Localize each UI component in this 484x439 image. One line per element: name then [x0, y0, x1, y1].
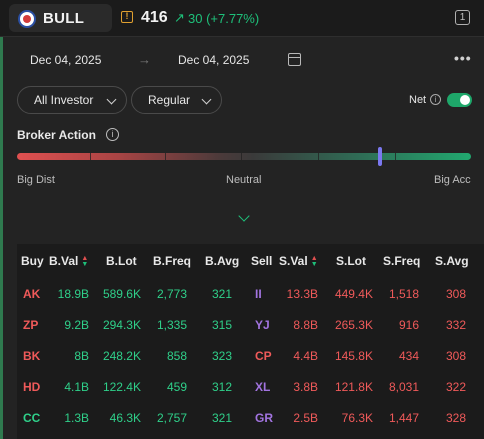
- sort-icon: ▲ ▼: [81, 254, 89, 268]
- cell-sell[interactable]: XL: [255, 380, 277, 394]
- meter-tick: [241, 153, 242, 160]
- cell-b-val: 1.3B: [64, 411, 89, 425]
- date-range-arrow-icon: →: [138, 52, 151, 67]
- cell-s-avg: 322: [445, 380, 466, 394]
- cell-s-avg: 308: [445, 349, 466, 363]
- cell-b-val: 9.2B: [64, 318, 89, 332]
- header-b-avg[interactable]: B.Avg: [205, 254, 239, 268]
- price-change: 30 (+7.77%): [188, 11, 260, 26]
- cell-s-lot: 265.3K: [334, 318, 373, 332]
- cell-b-avg: 321: [211, 411, 232, 425]
- cell-s-avg: 308: [445, 287, 466, 301]
- more-options-icon[interactable]: •••: [454, 50, 472, 66]
- cell-b-lot: 46.3K: [109, 411, 141, 425]
- ticker-symbol: BULL: [43, 10, 85, 27]
- warning-icon[interactable]: !: [121, 11, 133, 23]
- broker-action-meter: [17, 153, 471, 160]
- expand-chevron-icon[interactable]: [238, 210, 250, 222]
- cell-b-lot: 248.2K: [102, 349, 141, 363]
- cell-s-val: 3.8B: [293, 380, 318, 394]
- header-sell[interactable]: Sell: [251, 254, 272, 268]
- cell-s-lot: 145.8K: [334, 349, 373, 363]
- cell-s-val: 2.5B: [293, 411, 318, 425]
- cell-s-lot: 121.8K: [334, 380, 373, 394]
- cell-s-freq: 434: [398, 349, 419, 363]
- cell-b-freq: 858: [166, 349, 187, 363]
- cell-b-avg: 315: [211, 318, 232, 332]
- meter-tick: [395, 153, 396, 160]
- meter-label-big-acc: Big Acc: [434, 174, 471, 186]
- chevron-down-icon: [201, 94, 212, 105]
- broker-action-marker: [378, 147, 383, 166]
- cell-s-freq: 1,518: [388, 287, 419, 301]
- cell-b-avg: 312: [211, 380, 232, 394]
- net-label: Net: [409, 94, 427, 106]
- window-group-badge[interactable]: 1: [455, 10, 470, 25]
- header-s-val[interactable]: S.Val ▲ ▼: [279, 254, 318, 268]
- cell-b-avg: 323: [211, 349, 232, 363]
- broker-summary-table: Buy B.Val ▲ ▼ B.Lot B.Freq B.Avg Sell S.Va…: [17, 244, 484, 439]
- broker-action-info-icon[interactable]: i: [106, 128, 119, 141]
- header-b-freq[interactable]: B.Freq: [153, 254, 191, 268]
- end-date[interactable]: Dec 04, 2025: [178, 53, 249, 67]
- cell-s-avg: 332: [445, 318, 466, 332]
- last-price: 416: [141, 9, 168, 26]
- cell-b-freq: 2,757: [156, 411, 187, 425]
- net-info-icon[interactable]: i: [430, 94, 441, 105]
- header-s-avg[interactable]: S.Avg: [435, 254, 469, 268]
- cell-s-val: 8.8B: [293, 318, 318, 332]
- header-b-val[interactable]: B.Val ▲ ▼: [49, 254, 88, 268]
- cell-b-val: 18.9B: [57, 287, 89, 301]
- net-toggle[interactable]: [447, 93, 472, 107]
- meter-tick: [165, 153, 166, 160]
- cell-s-lot: 449.4K: [334, 287, 373, 301]
- header-s-val-label: S.Val: [279, 254, 308, 268]
- meter-tick: [318, 153, 319, 160]
- market-dropdown[interactable]: Regular: [131, 86, 222, 114]
- cell-sell[interactable]: II: [255, 287, 277, 301]
- cell-s-val: 13.3B: [286, 287, 318, 301]
- meter-label-big-dist: Big Dist: [17, 174, 55, 186]
- cell-sell[interactable]: GR: [255, 411, 277, 425]
- cell-b-lot: 294.3K: [102, 318, 141, 332]
- cell-sell[interactable]: YJ: [255, 318, 277, 332]
- cell-s-avg: 328: [445, 411, 466, 425]
- panel-edge-strip: [0, 0, 3, 439]
- cell-b-val: 8B: [74, 349, 89, 363]
- company-logo-icon: [18, 10, 36, 28]
- cell-b-lot: 589.6K: [102, 287, 141, 301]
- meter-tick: [90, 153, 91, 160]
- investor-dropdown[interactable]: All Investor: [17, 86, 127, 114]
- header-b-val-label: B.Val: [49, 254, 79, 268]
- market-dropdown-label: Regular: [148, 93, 191, 107]
- investor-dropdown-label: All Investor: [34, 93, 94, 107]
- header-s-freq[interactable]: S.Freq: [383, 254, 420, 268]
- header-s-lot[interactable]: S.Lot: [336, 254, 366, 268]
- cell-s-val: 4.4B: [293, 349, 318, 363]
- start-date[interactable]: Dec 04, 2025: [30, 53, 101, 67]
- cell-s-freq: 916: [398, 318, 419, 332]
- cell-b-lot: 122.4K: [102, 380, 141, 394]
- trend-up-icon: ↗: [174, 10, 185, 25]
- header-b-lot[interactable]: B.Lot: [106, 254, 137, 268]
- panel-header: BULL ! 416 ↗ 30 (+7.77%) 1: [0, 0, 484, 37]
- cell-b-freq: 459: [166, 380, 187, 394]
- cell-b-val: 4.1B: [64, 380, 89, 394]
- cell-s-freq: 8,031: [388, 380, 419, 394]
- cell-b-freq: 2,773: [156, 287, 187, 301]
- chevron-down-icon: [106, 94, 117, 105]
- header-buy[interactable]: Buy: [21, 254, 44, 268]
- cell-sell[interactable]: CP: [255, 349, 277, 363]
- ticker-selector[interactable]: BULL: [9, 4, 112, 32]
- cell-b-freq: 1,335: [156, 318, 187, 332]
- sort-icon: ▲ ▼: [310, 254, 318, 268]
- cell-s-lot: 76.3K: [341, 411, 373, 425]
- meter-label-neutral: Neutral: [226, 174, 262, 186]
- broker-action-title: Broker Action: [17, 128, 96, 142]
- cell-s-freq: 1,447: [388, 411, 419, 425]
- calendar-icon[interactable]: [288, 53, 301, 66]
- cell-b-avg: 321: [211, 287, 232, 301]
